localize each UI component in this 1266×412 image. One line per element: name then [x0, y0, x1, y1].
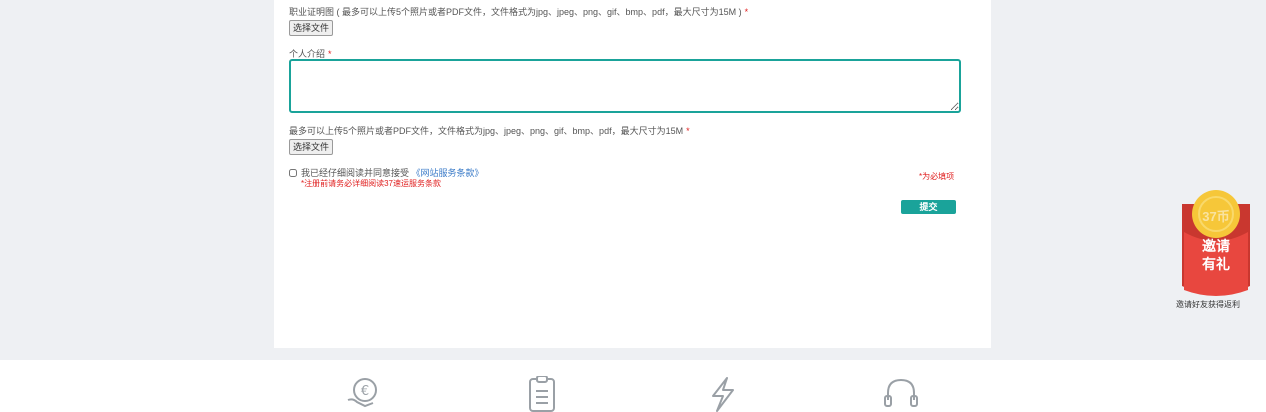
- invite-caption: 邀请好友获得返利: [1176, 300, 1240, 309]
- terms-link[interactable]: 《网站服务条款》: [412, 168, 484, 178]
- intro-textarea[interactable]: [289, 59, 961, 113]
- submit-button[interactable]: 提交: [901, 200, 956, 214]
- intro-choose-file-button[interactable]: 选择文件: [289, 139, 334, 155]
- cert-upload-label-text: 职业证明图 ( 最多可以上传5个照片或者PDF文件，文件格式为jpg、jpeg、…: [289, 7, 742, 17]
- invite-coin-text: 37币: [1202, 209, 1229, 224]
- required-mark: *: [686, 126, 690, 136]
- cert-upload-label: 职业证明图 ( 最多可以上传5个照片或者PDF文件，文件格式为jpg、jpeg、…: [289, 5, 748, 18]
- required-note: *为必填项: [919, 172, 955, 181]
- agree-checkbox[interactable]: [289, 169, 297, 177]
- required-mark: *: [744, 7, 749, 17]
- footer: €: [0, 360, 1266, 412]
- agree-note: *注册前请务必详细阅读37速运服务条款: [301, 179, 442, 188]
- agree-text: 我已经仔细阅读并同意接受: [301, 168, 410, 178]
- lightning-icon: [712, 377, 734, 412]
- headset-icon: [884, 378, 918, 407]
- upload-hint-label: 最多可以上传5个照片或者PDF文件，文件格式为jpg、jpeg、png、gif、…: [289, 124, 690, 137]
- euro-coin-hand-icon: €: [347, 378, 377, 408]
- form-panel: 职业证明图 ( 最多可以上传5个照片或者PDF文件，文件格式为jpg、jpeg、…: [274, 0, 991, 348]
- required-mark: *: [328, 49, 332, 59]
- invite-badge[interactable]: 37币 邀请 有礼: [1180, 190, 1252, 302]
- svg-text:€: €: [361, 384, 369, 399]
- invite-line1: 邀请: [1202, 238, 1230, 255]
- intro-label-text: 个人介绍: [289, 49, 326, 59]
- clipboard-list-icon: [529, 376, 555, 412]
- upload-hint-text: 最多可以上传5个照片或者PDF文件，文件格式为jpg、jpeg、png、gif、…: [289, 126, 684, 136]
- cert-choose-file-button[interactable]: 选择文件: [289, 20, 334, 36]
- invite-line2: 有礼: [1202, 256, 1230, 273]
